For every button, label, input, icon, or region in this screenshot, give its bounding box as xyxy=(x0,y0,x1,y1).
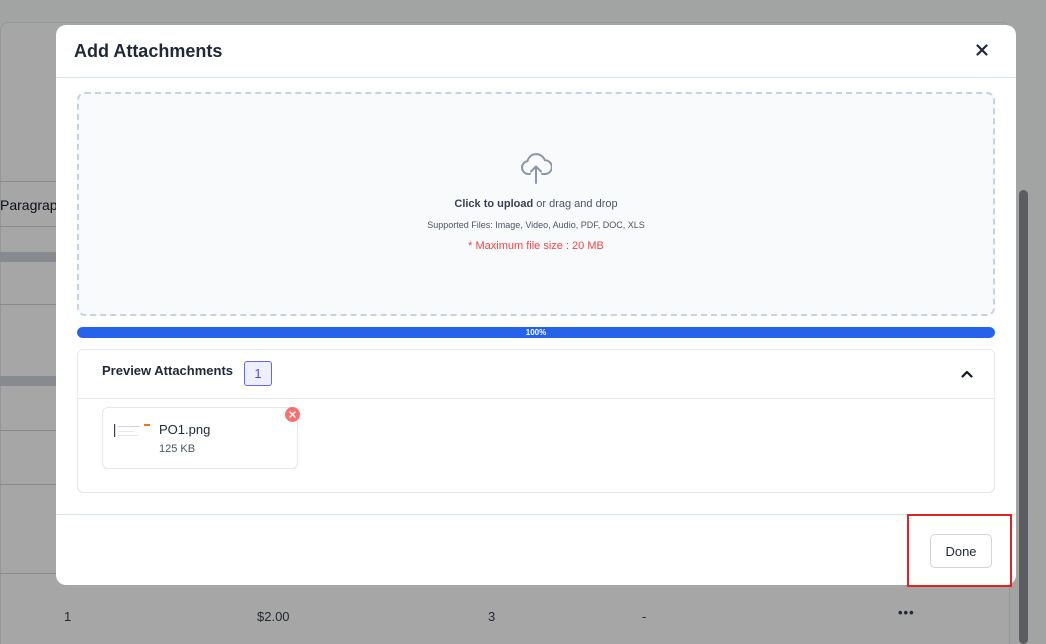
cloud-upload-icon xyxy=(521,153,552,184)
supported-files-text: Supported Files: Image, Video, Audio, PD… xyxy=(427,220,645,230)
upload-progress-bar: 100% xyxy=(77,327,995,338)
close-button[interactable] xyxy=(972,40,992,60)
click-to-upload-link[interactable]: Click to upload xyxy=(454,198,533,210)
max-file-size-text: * Maximum file size : 20 MB xyxy=(468,240,604,252)
file-thumbnail xyxy=(114,424,150,437)
preview-attachments-panel: Preview Attachments 1 PO1.png 125 KB xyxy=(77,349,995,493)
file-size: 125 KB xyxy=(159,443,196,455)
remove-file-button[interactable] xyxy=(285,407,300,422)
progress-label: 100% xyxy=(525,328,547,337)
close-icon xyxy=(289,411,296,418)
upload-instruction: Click to upload or drag and drop xyxy=(79,198,993,210)
chevron-up-icon[interactable] xyxy=(960,367,974,381)
modal-header: Add Attachments xyxy=(56,25,1016,78)
file-name: PO1.png xyxy=(159,422,211,437)
add-attachments-modal: Add Attachments Click to upload or drag … xyxy=(56,25,1016,585)
attachment-count-badge: 1 xyxy=(244,361,272,386)
drag-drop-text: or drag and drop xyxy=(533,198,618,210)
attachment-file-card[interactable]: PO1.png 125 KB xyxy=(102,407,300,469)
upload-dropzone[interactable]: Click to upload or drag and drop Support… xyxy=(77,92,995,316)
close-icon xyxy=(976,44,988,56)
modal-footer: Done xyxy=(56,514,1016,585)
preview-title: Preview Attachments xyxy=(102,363,234,378)
preview-header[interactable]: Preview Attachments 1 xyxy=(78,350,994,399)
modal-title: Add Attachments xyxy=(74,40,223,61)
highlight-annotation xyxy=(907,514,1012,587)
